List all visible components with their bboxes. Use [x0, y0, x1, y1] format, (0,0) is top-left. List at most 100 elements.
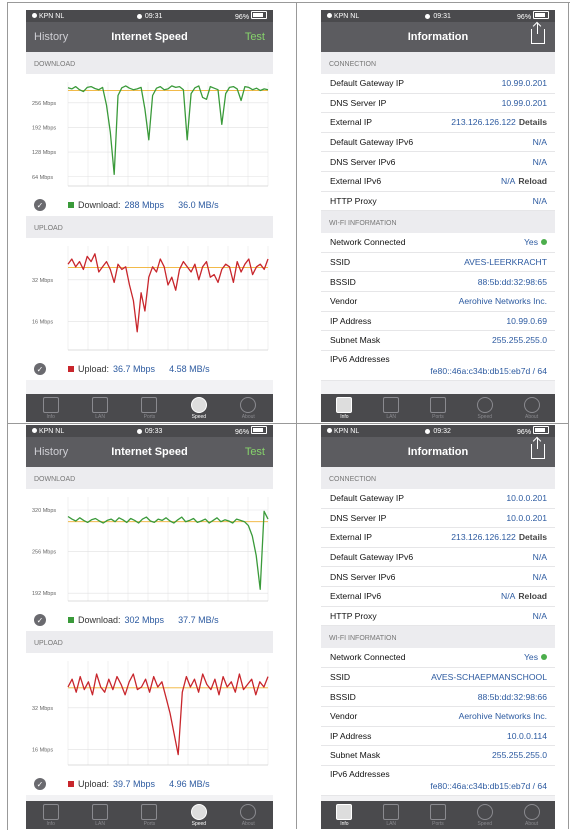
row-value-text: N/A	[532, 137, 547, 148]
download-ytick-label: 320 Mbps	[32, 508, 56, 514]
share-icon[interactable]	[531, 23, 545, 44]
connection-row: DNS Server IP 10.0.0.201	[321, 508, 555, 529]
tab-info[interactable]: Info	[42, 803, 59, 827]
upload-mbs: 4.58 MB/s	[169, 364, 210, 374]
connection-row: DNS Server IP 10.99.0.201	[321, 93, 555, 114]
tab-about[interactable]: About	[523, 396, 540, 420]
wifi-row: Subnet Mask 255.255.255.0	[321, 746, 555, 766]
info-icon	[240, 396, 257, 413]
status-bar: KPN NL 09:32 96%	[321, 425, 555, 437]
carrier-label: KPN NL	[327, 12, 359, 20]
clock: 09:33	[136, 428, 162, 435]
toolbox-icon	[429, 803, 446, 820]
connection-row: External IP 213.126.126.122 Details	[321, 113, 555, 133]
clock-text: 09:32	[433, 427, 451, 435]
connection-row: External IPv6 N/A Reload	[321, 171, 555, 192]
tab-about[interactable]: About	[240, 396, 257, 420]
download-mbs: 36.0 MB/s	[178, 200, 219, 210]
tab-lan[interactable]: LAN	[92, 803, 109, 827]
network-icon	[92, 803, 109, 820]
battery-indicator: 96%	[517, 426, 549, 436]
upload-chart-svg: 32 Mbps 16 Mbps	[32, 661, 269, 766]
wifi-row: Network Connected Yes	[321, 648, 555, 668]
history-button[interactable]: History	[34, 31, 68, 43]
tab-ports[interactable]: Ports	[429, 803, 446, 827]
nav-bar: History Internet Speed Test	[26, 22, 273, 52]
clipboard-icon	[336, 396, 353, 413]
download-swatch	[68, 617, 74, 623]
battery-icon	[533, 426, 549, 434]
reload-button[interactable]: Reload	[518, 176, 547, 186]
page-title: Information	[407, 446, 469, 458]
row-value-text: N/A	[501, 176, 516, 187]
download-section-header: DOWNLOAD	[26, 467, 273, 489]
tab-info[interactable]: Info	[336, 803, 353, 827]
tab-label: Ports	[432, 413, 444, 420]
row-value: 255.255.255.0	[492, 750, 547, 760]
share-icon[interactable]	[531, 438, 545, 459]
reload-button[interactable]: Reload	[518, 591, 547, 601]
download-chart: 256 Mbps 192 Mbps 128 Mbps 64 Mbps	[26, 74, 273, 194]
row-value: 255.255.255.0	[492, 335, 547, 345]
connection-row: External IPv6 N/A Reload	[321, 586, 555, 607]
download-mbps: 288 Mbps	[124, 200, 165, 210]
history-button[interactable]: History	[34, 446, 68, 458]
tab-about[interactable]: About	[523, 803, 540, 827]
tab-speed[interactable]: Speed	[476, 803, 493, 827]
network-icon	[383, 396, 400, 413]
row-value: N/A	[533, 196, 547, 206]
details-button[interactable]: Details	[519, 117, 547, 127]
wifi-row: BSSID 88:5b:dd:32:98:66	[321, 687, 555, 707]
row-label: HTTP Proxy	[330, 610, 377, 621]
tab-ports[interactable]: Ports	[141, 803, 158, 827]
tab-about[interactable]: About	[240, 803, 257, 827]
carrier-text: KPN NL	[333, 427, 360, 435]
tab-lan[interactable]: LAN	[383, 803, 400, 827]
signal-icon	[327, 427, 332, 433]
row-value: 88:5b:dd:32:98:66	[478, 692, 547, 702]
tab-info[interactable]: Info	[336, 396, 353, 420]
connection-row: Default Gateway IP 10.0.0.201	[321, 489, 555, 509]
row-label: IPv6 Addresses	[330, 353, 390, 364]
tab-speed[interactable]: Speed	[190, 803, 207, 827]
signal-icon	[32, 12, 37, 18]
row-value-text: N/A	[532, 195, 547, 206]
connection-row: Default Gateway IPv6 N/A	[321, 132, 555, 153]
carrier-label: KPN NL	[32, 427, 64, 435]
tab-lan[interactable]: LAN	[383, 396, 400, 420]
upload-ytick-label: 32 Mbps	[32, 278, 53, 284]
details-button[interactable]: Details	[519, 532, 547, 542]
wifi-row: SSID AVES-LEERKRACHT	[321, 252, 555, 273]
row-value: Aerohive Networks Inc.	[459, 711, 547, 721]
row-label: SSID	[330, 257, 351, 268]
tab-speed[interactable]: Speed	[476, 396, 493, 420]
checkmark-icon: ✓	[34, 778, 46, 790]
upload-ytick-label: 32 Mbps	[32, 706, 53, 712]
tab-speed[interactable]: Speed	[190, 396, 207, 420]
battery-icon	[251, 11, 267, 19]
row-value-text: N/A	[532, 610, 547, 621]
wifi-row: IPv6 Addresses fe80::46a:c34b:db15:eb7d /…	[321, 350, 555, 381]
upload-swatch	[68, 781, 74, 787]
upload-section-header: UPLOAD	[26, 631, 273, 653]
row-value-text: 10.99.0.69	[506, 315, 547, 326]
test-button[interactable]: Test	[245, 31, 265, 43]
nav-bar: History Internet Speed Test	[26, 437, 273, 467]
test-button[interactable]: Test	[245, 446, 265, 458]
download-ytick-label: 64 Mbps	[32, 175, 53, 181]
row-value-text: Yes	[523, 237, 538, 248]
row-value-text: 10.99.0.201	[501, 97, 547, 108]
tab-info[interactable]: Info	[42, 396, 59, 420]
toolbox-icon	[429, 396, 446, 413]
tab-lan[interactable]: LAN	[92, 396, 109, 420]
tab-ports[interactable]: Ports	[141, 396, 158, 420]
speedometer-icon	[190, 396, 207, 413]
info-icon	[523, 396, 540, 413]
tab-ports[interactable]: Ports	[429, 396, 446, 420]
row-value: 10.0.0.114	[507, 731, 547, 741]
row-value: 10.0.0.201	[506, 493, 547, 503]
tab-label: Speed	[191, 820, 207, 827]
download-ytick-label: 256 Mbps	[32, 101, 56, 107]
row-label: DNS Server IP	[330, 97, 387, 108]
tab-label: Info	[340, 413, 349, 420]
